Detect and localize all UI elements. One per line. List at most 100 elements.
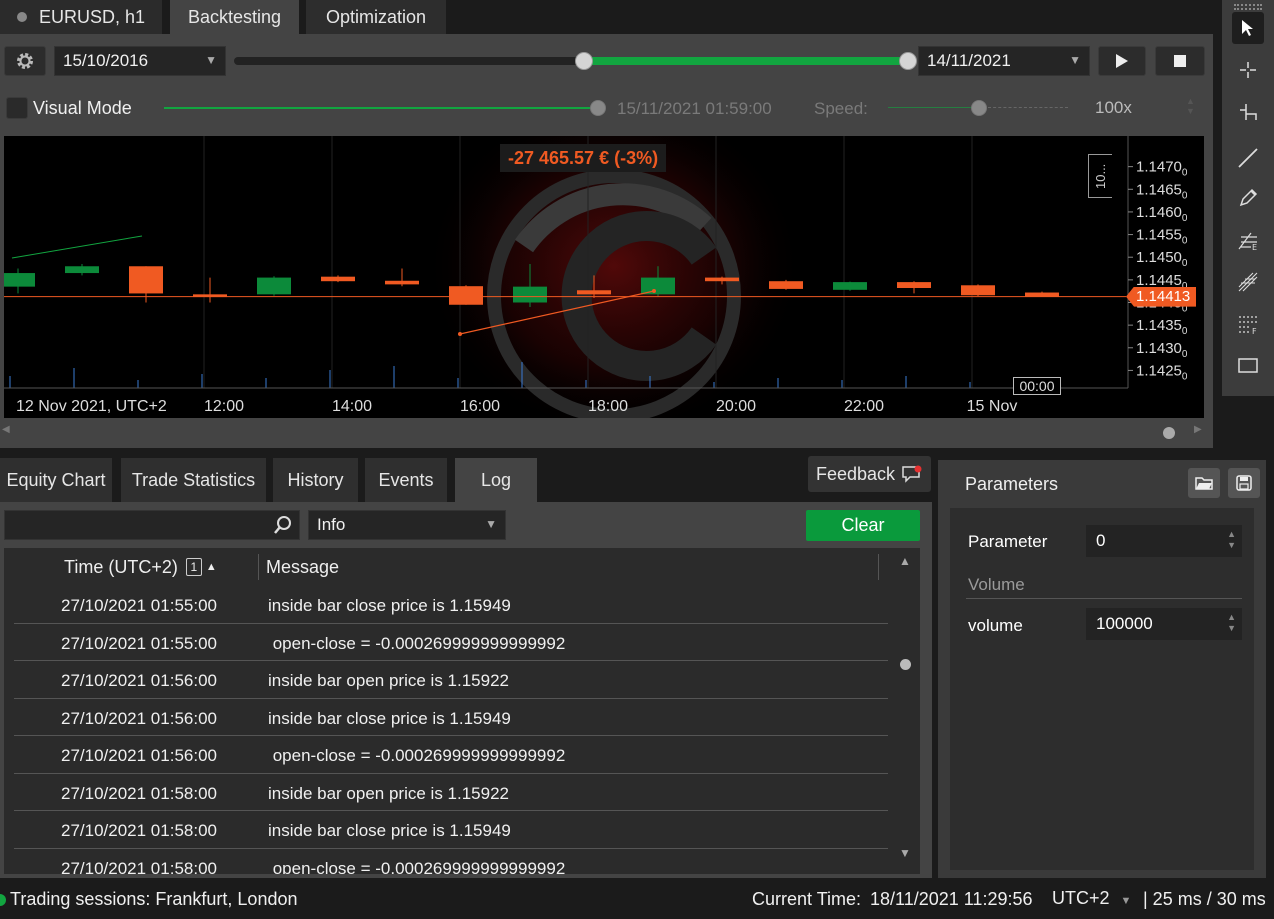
feedback-label: Feedback xyxy=(815,463,896,484)
tab-events[interactable]: Events xyxy=(365,458,447,502)
fib-retracement-icon: F xyxy=(1239,316,1257,335)
log-row[interactable]: 27/10/2021 01:55:00 open-close = -0.0002… xyxy=(14,624,888,661)
speed-spinner-icon[interactable]: ▲ ▼ xyxy=(1186,96,1195,116)
test-progress-handle[interactable] xyxy=(590,100,606,116)
log-row[interactable]: 27/10/2021 01:58:00 open-close = -0.0002… xyxy=(14,849,888,875)
parameter-input[interactable]: 0 ▲ ▼ xyxy=(1086,525,1242,557)
tab-backtesting-label: Backtesting xyxy=(187,6,282,27)
status-dot-icon xyxy=(16,12,27,22)
group-label-volume: Volume xyxy=(968,575,1025,594)
save-icon xyxy=(1236,475,1252,491)
visual-mode-checkbox[interactable] xyxy=(6,97,28,119)
cursor-tool[interactable] xyxy=(1232,12,1264,44)
fib-expansion-tool[interactable]: E xyxy=(1232,224,1264,256)
scroll-up-icon[interactable]: ▲ xyxy=(899,554,911,568)
log-row[interactable]: 27/10/2021 01:58:00 inside bar open price… xyxy=(14,774,888,811)
candle-body xyxy=(257,277,291,295)
end-date-select[interactable]: 14/11/2021 ▼ xyxy=(918,46,1090,76)
parameters-panel: Parameters Parameter 0 ▲ ▼ Volume volume … xyxy=(938,460,1266,878)
log-row-time: 27/10/2021 01:56:00 xyxy=(61,671,217,690)
date-range-slider[interactable] xyxy=(234,57,908,65)
tab-optimization[interactable]: Optimization xyxy=(306,0,446,34)
y-tick-label: 1.14350 xyxy=(1136,317,1188,337)
y-axis-labels: 1.147001.146501.146001.145501.145001.144… xyxy=(1128,159,1188,382)
y-tick-label: 1.14500 xyxy=(1136,249,1188,269)
candle-body xyxy=(129,266,163,294)
column-header-time-label: Time (UTC+2) xyxy=(64,556,178,577)
rectangle-icon xyxy=(1238,358,1258,373)
price-chart-canvas: 1.147001.146501.146001.145501.145001.144… xyxy=(4,136,1188,418)
scroll-right-icon[interactable]: ▶ xyxy=(1194,424,1202,435)
tab-equity-chart[interactable]: Equity Chart xyxy=(0,458,112,502)
settings-button[interactable] xyxy=(4,46,46,76)
column-header-time[interactable]: Time (UTC+2) 1 ▲ xyxy=(64,548,217,586)
pnl-label: -27 465.57 € (-3%) xyxy=(500,144,667,172)
tab-log[interactable]: Log xyxy=(455,458,537,502)
play-button[interactable] xyxy=(1098,46,1146,76)
tab-history[interactable]: History xyxy=(273,458,358,502)
log-row-time: 27/10/2021 01:56:00 xyxy=(61,708,217,728)
rectangle-tool[interactable] xyxy=(1232,350,1264,382)
svg-text:F: F xyxy=(1252,327,1257,335)
log-row[interactable]: 27/10/2021 01:56:00 open-close = -0.0002… xyxy=(14,736,888,774)
fib-retracement-tool[interactable]: F xyxy=(1232,308,1264,340)
visual-mode-label: Visual Mode xyxy=(33,98,132,118)
svg-text:E: E xyxy=(1252,243,1257,251)
chart-scrollbar-thumb[interactable] xyxy=(1163,427,1175,439)
chevron-down-icon: ▼ xyxy=(1069,53,1081,67)
log-row[interactable]: 27/10/2021 01:55:00 inside bar close pric… xyxy=(14,586,888,624)
pencil-tool[interactable] xyxy=(1232,182,1264,214)
scroll-left-icon[interactable]: ◀ xyxy=(2,424,10,435)
log-row[interactable]: 27/10/2021 01:58:00 inside bar close pric… xyxy=(14,811,888,849)
range-end-handle[interactable] xyxy=(899,52,917,70)
save-parameters-button[interactable] xyxy=(1228,468,1260,498)
pointer-icon xyxy=(1242,20,1253,36)
log-row[interactable]: 27/10/2021 01:56:00 inside bar close pric… xyxy=(14,699,888,736)
log-scrollbar-thumb[interactable] xyxy=(900,659,911,670)
load-parameters-button[interactable] xyxy=(1188,468,1220,498)
clear-button[interactable]: Clear xyxy=(806,510,920,541)
crosshair-tool[interactable] xyxy=(1232,54,1264,86)
y-tick-label: 1.14600 xyxy=(1136,204,1188,224)
timezone-select[interactable]: UTC+2 ▼ xyxy=(1052,888,1131,909)
candle-body xyxy=(897,282,931,288)
line-icon xyxy=(1238,148,1258,168)
range-start-handle[interactable] xyxy=(575,52,594,70)
measure-tool[interactable] xyxy=(1232,96,1264,128)
start-date-select[interactable]: 15/10/2016 ▼ xyxy=(54,46,226,76)
log-row-time: 27/10/2021 01:55:00 xyxy=(61,596,217,615)
chart-grid xyxy=(203,136,973,388)
chevron-down-icon: ▼ xyxy=(485,517,497,531)
log-row-time: 27/10/2021 01:58:00 xyxy=(61,821,217,840)
candle-body xyxy=(65,266,99,274)
timezone-value: UTC+2 xyxy=(1052,888,1110,908)
grip-icon[interactable] xyxy=(1234,4,1262,10)
tab-trade-statistics[interactable]: Trade Statistics xyxy=(121,458,266,502)
stop-button[interactable] xyxy=(1155,46,1205,76)
scale-marker[interactable]: 10... xyxy=(1088,154,1112,198)
log-row[interactable]: 27/10/2021 01:56:00 inside bar open price… xyxy=(14,661,888,699)
log-row-message: open-close = -0.000269999999999992 xyxy=(268,633,566,653)
tab-backtesting[interactable]: Backtesting xyxy=(170,0,299,34)
spinner-icon[interactable]: ▲ ▼ xyxy=(1227,529,1236,551)
feedback-button[interactable]: Feedback xyxy=(808,456,931,492)
price-chart[interactable]: 1.14700 1.14650 1.14600 1.14550 1.14500 1.144… xyxy=(4,136,1204,418)
time-marker[interactable]: 00:00 xyxy=(1013,377,1061,395)
scroll-down-icon[interactable]: ▼ xyxy=(899,846,911,860)
log-row-time: 27/10/2021 01:58:00 xyxy=(61,783,217,803)
pitchfork-tool[interactable] xyxy=(1232,266,1264,298)
volume-input[interactable]: 100000 ▲ ▼ xyxy=(1086,608,1242,640)
date-range-fill xyxy=(584,57,908,65)
log-search-input[interactable] xyxy=(4,510,300,540)
spinner-icon[interactable]: ▲ ▼ xyxy=(1227,612,1236,634)
trend-line-tool[interactable] xyxy=(1232,142,1264,174)
current-test-time: 15/11/2021 01:59:00 xyxy=(617,99,772,118)
sort-ascending-icon: ▲ xyxy=(205,561,217,573)
speed-slider-handle[interactable] xyxy=(971,100,987,116)
column-header-message[interactable]: Message xyxy=(266,548,339,586)
tab-optimization-label: Optimization xyxy=(325,6,427,27)
x-tick-label: 12:00 xyxy=(204,398,244,415)
tab-symbol[interactable]: EURUSD, h1 xyxy=(0,0,162,34)
log-level-select[interactable]: Info ▼ xyxy=(308,510,506,540)
gear-icon xyxy=(17,53,33,69)
